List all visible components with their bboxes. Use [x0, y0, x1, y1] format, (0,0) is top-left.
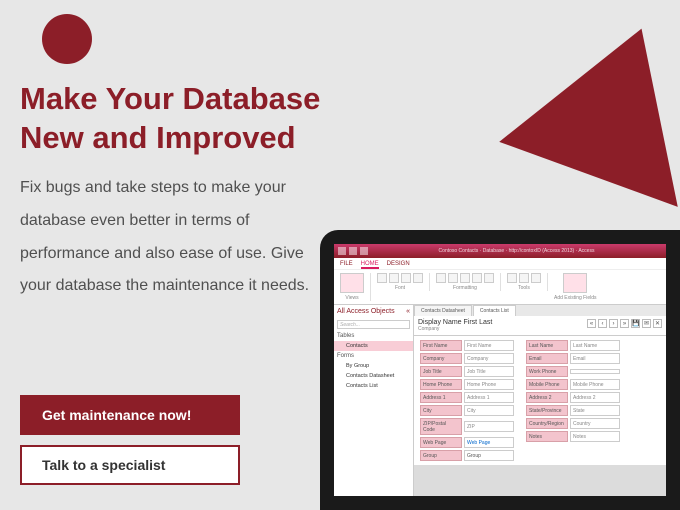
- nav-item-contacts[interactable]: Contacts: [334, 341, 413, 351]
- cta-primary-button[interactable]: Get maintenance now!: [20, 395, 240, 435]
- field-first-name[interactable]: First Name: [464, 340, 514, 351]
- ribbon-tab-design[interactable]: DESIGN: [387, 261, 410, 269]
- page-body: Fix bugs and take steps to make your dat…: [20, 172, 330, 303]
- align-left-icon[interactable]: [436, 273, 446, 283]
- field-address2[interactable]: Address 2: [570, 392, 620, 403]
- nav-next-icon[interactable]: ›: [609, 319, 618, 328]
- workspace: All Access Objects « Search... Tables Con…: [334, 305, 666, 496]
- alt-color-icon[interactable]: [472, 273, 482, 283]
- ribbon: FILE HOME DESIGN Views: [334, 258, 666, 305]
- nav-item-by-group[interactable]: By Group: [334, 361, 413, 371]
- access-icon: [338, 247, 346, 255]
- ribbon-tab-file[interactable]: FILE: [340, 261, 353, 269]
- mail-icon[interactable]: ✉: [642, 319, 651, 328]
- page-heading: Make Your DatabaseNew and Improved: [20, 80, 320, 158]
- ribbon-group-formatting: Formatting: [453, 285, 477, 291]
- views-icon[interactable]: [340, 273, 364, 293]
- label-web-page: Web Page: [420, 437, 462, 448]
- field-job-title[interactable]: Job Title: [464, 366, 514, 377]
- align-center-icon[interactable]: [448, 273, 458, 283]
- font-color-icon[interactable]: [413, 273, 423, 283]
- label-city: City: [420, 405, 462, 416]
- save-icon[interactable]: 💾: [631, 319, 640, 328]
- laptop-bezel: Contoso Contacts · Database · http://con…: [320, 230, 680, 510]
- chevron-down-icon[interactable]: «: [406, 308, 410, 315]
- cta-group: Get maintenance now! Talk to a specialis…: [20, 395, 240, 485]
- field-last-name[interactable]: Last Name: [570, 340, 620, 351]
- cta-secondary-button[interactable]: Talk to a specialist: [20, 445, 240, 485]
- app-screen: Contoso Contacts · Database · http://con…: [334, 244, 666, 496]
- logo-icon[interactable]: [507, 273, 517, 283]
- circle-decoration: [42, 14, 92, 64]
- field-zip[interactable]: ZIP: [464, 421, 514, 432]
- form-col-right: Last NameLast Name EmailEmail Work Phone…: [526, 340, 620, 461]
- italic-icon[interactable]: [389, 273, 399, 283]
- nav-item-contacts-ds[interactable]: Contacts Datasheet: [334, 371, 413, 381]
- label-notes: Notes: [526, 431, 568, 442]
- field-notes[interactable]: Notes: [570, 431, 620, 442]
- field-company[interactable]: Company: [464, 353, 514, 364]
- add-fields-icon[interactable]: [563, 273, 587, 293]
- date-icon[interactable]: [531, 273, 541, 283]
- window-title: Contoso Contacts · Database · http://con…: [439, 248, 595, 254]
- qat-save-icon: [349, 247, 357, 255]
- close-icon[interactable]: ✕: [653, 319, 662, 328]
- nav-first-icon[interactable]: «: [587, 319, 596, 328]
- field-country[interactable]: Country: [570, 418, 620, 429]
- label-email: Email: [526, 353, 568, 364]
- obj-tab-datasheet[interactable]: Contacts Datasheet: [414, 305, 472, 316]
- label-last-name: Last Name: [526, 340, 568, 351]
- label-state: State/Province: [526, 405, 568, 416]
- ribbon-tab-home[interactable]: HOME: [361, 261, 379, 269]
- label-zip: ZIP/Postal Code: [420, 418, 462, 435]
- ribbon-group-font: Font: [395, 285, 405, 291]
- underline-icon[interactable]: [401, 273, 411, 283]
- obj-tab-list[interactable]: Contacts List: [473, 305, 516, 316]
- app-titlebar: Contoso Contacts · Database · http://con…: [334, 244, 666, 258]
- field-mobile-phone[interactable]: Mobile Phone: [570, 379, 620, 390]
- label-mobile-phone: Mobile Phone: [526, 379, 568, 390]
- ribbon-group-tools: Tools: [518, 285, 530, 291]
- field-group[interactable]: Group: [464, 450, 514, 461]
- bold-icon[interactable]: [377, 273, 387, 283]
- gridlines-icon[interactable]: [484, 273, 494, 283]
- label-country: Country/Region: [526, 418, 568, 429]
- label-first-name: First Name: [420, 340, 462, 351]
- field-web-page[interactable]: Web Page: [464, 437, 514, 448]
- ribbon-group-add: Add Existing Fields: [554, 295, 597, 301]
- form-label: Company: [418, 326, 492, 332]
- form-title: Display Name First Last: [418, 319, 492, 326]
- laptop-illustration: Contoso Contacts · Database · http://con…: [320, 230, 680, 510]
- label-company: Company: [420, 353, 462, 364]
- field-address1[interactable]: Address 1: [464, 392, 514, 403]
- ribbon-group-views: Views: [345, 295, 358, 301]
- nav-cat-tables[interactable]: Tables: [334, 331, 413, 341]
- label-job-title: Job Title: [420, 366, 462, 377]
- label-group: Group: [420, 450, 462, 461]
- field-city[interactable]: City: [464, 405, 514, 416]
- form-col-left: First NameFirst Name CompanyCompany Job …: [420, 340, 514, 461]
- label-address1: Address 1: [420, 392, 462, 403]
- nav-header: All Access Objects: [337, 308, 395, 315]
- align-right-icon[interactable]: [460, 273, 470, 283]
- field-email[interactable]: Email: [570, 353, 620, 364]
- field-state[interactable]: State: [570, 405, 620, 416]
- qat-undo-icon: [360, 247, 368, 255]
- label-work-phone: Work Phone: [526, 366, 568, 377]
- nav-item-contacts-list[interactable]: Contacts List: [334, 381, 413, 391]
- main-area: Contacts Datasheet Contacts List Display…: [414, 305, 666, 496]
- title-icon[interactable]: [519, 273, 529, 283]
- triangle-decoration: [499, 0, 680, 207]
- label-home-phone: Home Phone: [420, 379, 462, 390]
- nav-prev-icon[interactable]: ‹: [598, 319, 607, 328]
- field-work-phone[interactable]: [570, 369, 620, 374]
- field-home-phone[interactable]: Home Phone: [464, 379, 514, 390]
- label-address2: Address 2: [526, 392, 568, 403]
- nav-search[interactable]: Search...: [337, 320, 410, 329]
- nav-last-icon[interactable]: »: [620, 319, 629, 328]
- nav-cat-forms[interactable]: Forms: [334, 351, 413, 361]
- nav-pane: All Access Objects « Search... Tables Con…: [334, 305, 414, 496]
